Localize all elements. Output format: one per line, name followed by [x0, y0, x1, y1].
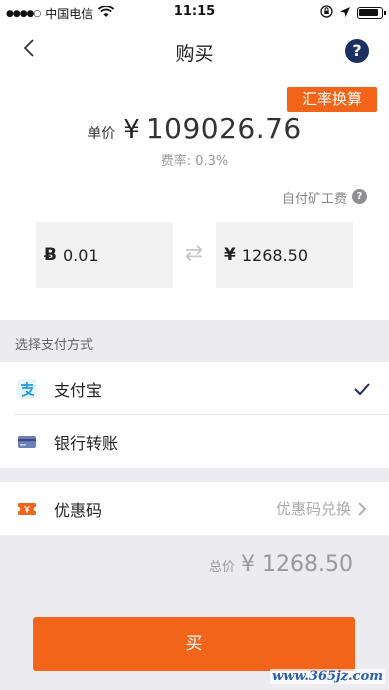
miner-fee-help-icon[interactable]: ?: [352, 189, 367, 204]
watermark: www.365jz.com: [270, 669, 385, 684]
coupon-row[interactable]: 优惠码 优惠码兑换: [0, 482, 389, 535]
total-price: 总价 ¥ 1268.50: [209, 552, 353, 577]
unit-price: 单价 ¥ 109026.76: [0, 112, 389, 148]
cny-amount-field[interactable]: ¥ 1268.50: [216, 222, 353, 288]
unit-price-label: 单价: [87, 126, 116, 142]
chevron-right-icon: [358, 501, 367, 516]
miner-fee-label: 自付矿工费: [281, 192, 347, 207]
bitcoin-icon: Ƀ: [44, 245, 57, 265]
yen-icon: ¥: [224, 245, 236, 265]
status-bar: ●●●●○ 中国电信 11:15: [0, 0, 389, 24]
location-icon: [339, 6, 351, 21]
payment-option-label: 银行转账: [54, 433, 119, 453]
battery-icon: [357, 7, 386, 19]
coupon-label: 优惠码: [54, 500, 103, 520]
bank-card-icon: [16, 431, 38, 453]
exchange-rate-button[interactable]: 汇率换算: [287, 87, 377, 112]
payment-option-label: 支付宝: [54, 380, 103, 400]
payment-option-alipay[interactable]: 支付宝: [0, 362, 389, 415]
total-value: ¥ 1268.50: [241, 552, 353, 577]
btc-amount-field[interactable]: Ƀ 0.01: [36, 222, 173, 288]
payment-section-label: 选择支付方式: [15, 338, 94, 353]
fee-rate: 费率: 0.3%: [160, 154, 229, 169]
alipay-icon: [16, 378, 38, 400]
coupon-redeem-label: 优惠码兑换: [275, 500, 351, 518]
coupon-icon: [15, 498, 39, 520]
btc-amount-value: 0.01: [62, 245, 99, 265]
rotation-lock-icon: [320, 5, 333, 21]
page-title: 购买: [175, 43, 214, 65]
payment-option-bank-transfer[interactable]: 银行转账: [0, 415, 389, 468]
help-icon[interactable]: ?: [345, 39, 369, 63]
total-label: 总价: [209, 560, 236, 575]
cny-amount-value: 1268.50: [241, 245, 309, 265]
coupon-redeem-link[interactable]: 优惠码兑换: [276, 498, 367, 519]
unit-price-value: 109026.76: [145, 112, 302, 145]
yen-symbol: ¥: [123, 115, 140, 145]
swap-icon: ⇄: [184, 241, 204, 266]
status-right: [320, 5, 386, 21]
buy-button[interactable]: 买: [33, 617, 355, 671]
checkmark-icon: [353, 380, 371, 398]
nav-bar: 购买 ?: [0, 24, 389, 78]
section-spacer: [0, 468, 389, 482]
